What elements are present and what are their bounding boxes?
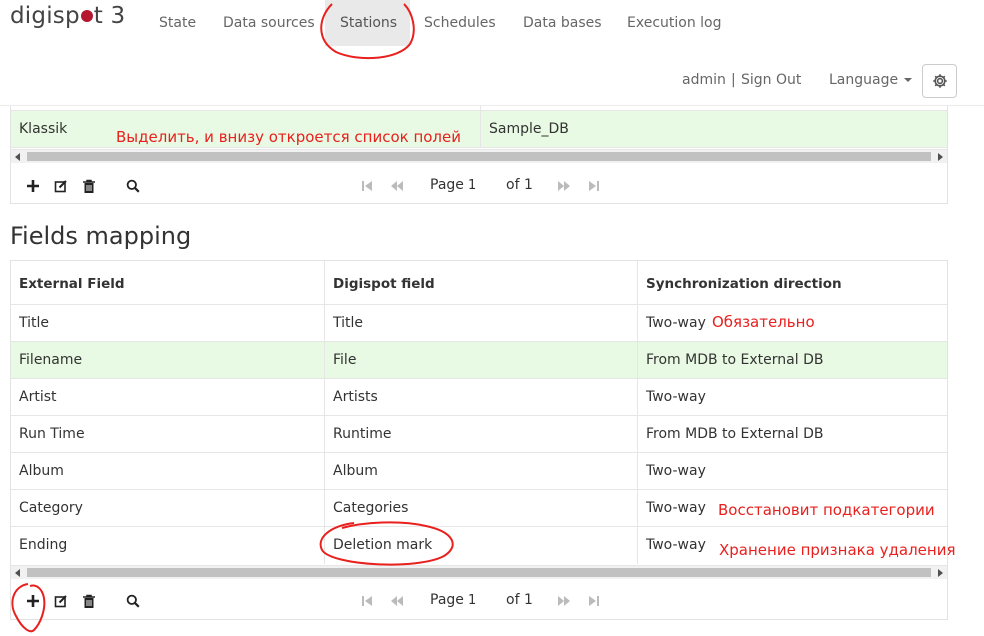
- page-label: Page: [430, 592, 464, 608]
- chevron-down-icon: [904, 78, 913, 82]
- add-icon[interactable]: [23, 591, 43, 611]
- logo-text-post: t 3: [93, 3, 126, 29]
- table-cell: Filename: [11, 342, 325, 379]
- table-cell: Title: [325, 305, 638, 342]
- table-cell: Run Time: [11, 416, 325, 453]
- table-cell: Two-way: [646, 463, 706, 479]
- next-page-icon[interactable]: [554, 176, 574, 196]
- table-header-row: External Field Digispot field Synchroniz…: [11, 261, 947, 305]
- gear-icon: [932, 74, 947, 88]
- language-dropdown[interactable]: Language: [829, 72, 913, 88]
- table-row[interactable]: Artist Artists Two-way: [11, 379, 947, 416]
- table-cell: Album: [325, 453, 638, 490]
- next-page-icon[interactable]: [554, 591, 574, 611]
- fields-mapping-toolbar: Page of 1: [11, 582, 947, 620]
- table-cell: Ending: [11, 527, 325, 564]
- page-number-input[interactable]: [468, 589, 498, 611]
- scroll-right-icon[interactable]: [938, 153, 943, 161]
- table-cell: File: [325, 342, 638, 379]
- horizontal-scrollbar[interactable]: [11, 565, 947, 579]
- table-cell: From MDB to External DB: [646, 352, 824, 368]
- first-page-icon[interactable]: [357, 591, 377, 611]
- first-page-icon[interactable]: [357, 176, 377, 196]
- annotation-storage-note: Хранение признака удаления: [719, 541, 956, 559]
- prev-page-icon[interactable]: [387, 176, 407, 196]
- stations-toolbar: Page of 1: [11, 167, 947, 205]
- settings-button[interactable]: [922, 64, 957, 98]
- scroll-right-icon[interactable]: [938, 569, 943, 577]
- station-database-cell: Sample_DB: [489, 121, 569, 137]
- stations-grid: Klassik Sample_DB Page of 1: [10, 106, 948, 204]
- nav-item-data-sources[interactable]: Data sources: [208, 0, 330, 46]
- delete-icon[interactable]: [79, 591, 99, 611]
- app-logo[interactable]: digisp t 3: [10, 3, 125, 29]
- table-row-selected[interactable]: Filename File From MDB to External DB: [11, 342, 947, 379]
- table-cell: Artists: [325, 379, 638, 416]
- scroll-left-icon[interactable]: [15, 153, 20, 161]
- search-icon[interactable]: [123, 176, 143, 196]
- table-cell: Two-way: [646, 389, 706, 405]
- table-row[interactable]: Album Album Two-way: [11, 453, 947, 490]
- page-label: Page: [430, 177, 464, 193]
- sign-out-link[interactable]: Sign Out: [741, 72, 801, 88]
- table-cell: Deletion mark: [325, 527, 638, 564]
- table-cell: Artist: [11, 379, 325, 416]
- table-cell: Runtime: [325, 416, 638, 453]
- last-page-icon[interactable]: [584, 176, 604, 196]
- nav-item-state[interactable]: State: [144, 0, 211, 46]
- column-header[interactable]: Synchronization direction: [638, 261, 947, 305]
- search-icon[interactable]: [123, 591, 143, 611]
- logo-text-pre: digisp: [10, 3, 80, 29]
- scrollbar-thumb[interactable]: [27, 152, 931, 161]
- page-count-label: of 1: [506, 592, 533, 608]
- page-count-label: of 1: [506, 177, 533, 193]
- scroll-left-icon[interactable]: [15, 569, 20, 577]
- username: admin: [682, 72, 726, 88]
- horizontal-scrollbar[interactable]: [11, 149, 947, 163]
- prev-page-icon[interactable]: [387, 591, 407, 611]
- table-cell: Categories: [325, 490, 638, 527]
- column-header[interactable]: Digispot field: [325, 261, 638, 305]
- annotation-required-note: Обязательно: [712, 313, 815, 331]
- scrollbar-thumb[interactable]: [27, 568, 931, 577]
- table-cell: Album: [11, 453, 325, 490]
- table-cell: From MDB to External DB: [646, 426, 824, 442]
- annotation-select-note: Выделить, и внизу откроется список полей: [116, 128, 461, 146]
- table-cell: Category: [11, 490, 325, 527]
- fields-mapping-title: Fields mapping: [10, 222, 192, 250]
- edit-icon[interactable]: [51, 591, 71, 611]
- user-separator: |: [731, 72, 736, 88]
- page-number-input[interactable]: [468, 174, 498, 196]
- nav-item-data-bases[interactable]: Data bases: [508, 0, 617, 46]
- delete-icon[interactable]: [79, 176, 99, 196]
- table-cell: Title: [11, 305, 325, 342]
- nav-item-schedules[interactable]: Schedules: [409, 0, 511, 46]
- annotation-restore-note: Восстановит подкатегории: [718, 501, 935, 519]
- nav-item-stations[interactable]: Stations: [325, 0, 410, 46]
- language-label: Language: [829, 72, 899, 88]
- column-header[interactable]: External Field: [11, 261, 325, 305]
- table-row[interactable]: Run Time Runtime From MDB to External DB: [11, 416, 947, 453]
- last-page-icon[interactable]: [584, 591, 604, 611]
- add-icon[interactable]: [23, 176, 43, 196]
- edit-icon[interactable]: [51, 176, 71, 196]
- nav-item-execution-log[interactable]: Execution log: [612, 0, 737, 46]
- logo-dot: [80, 10, 93, 22]
- top-navbar: digisp t 3 State Data sources Stations Sc…: [0, 0, 984, 106]
